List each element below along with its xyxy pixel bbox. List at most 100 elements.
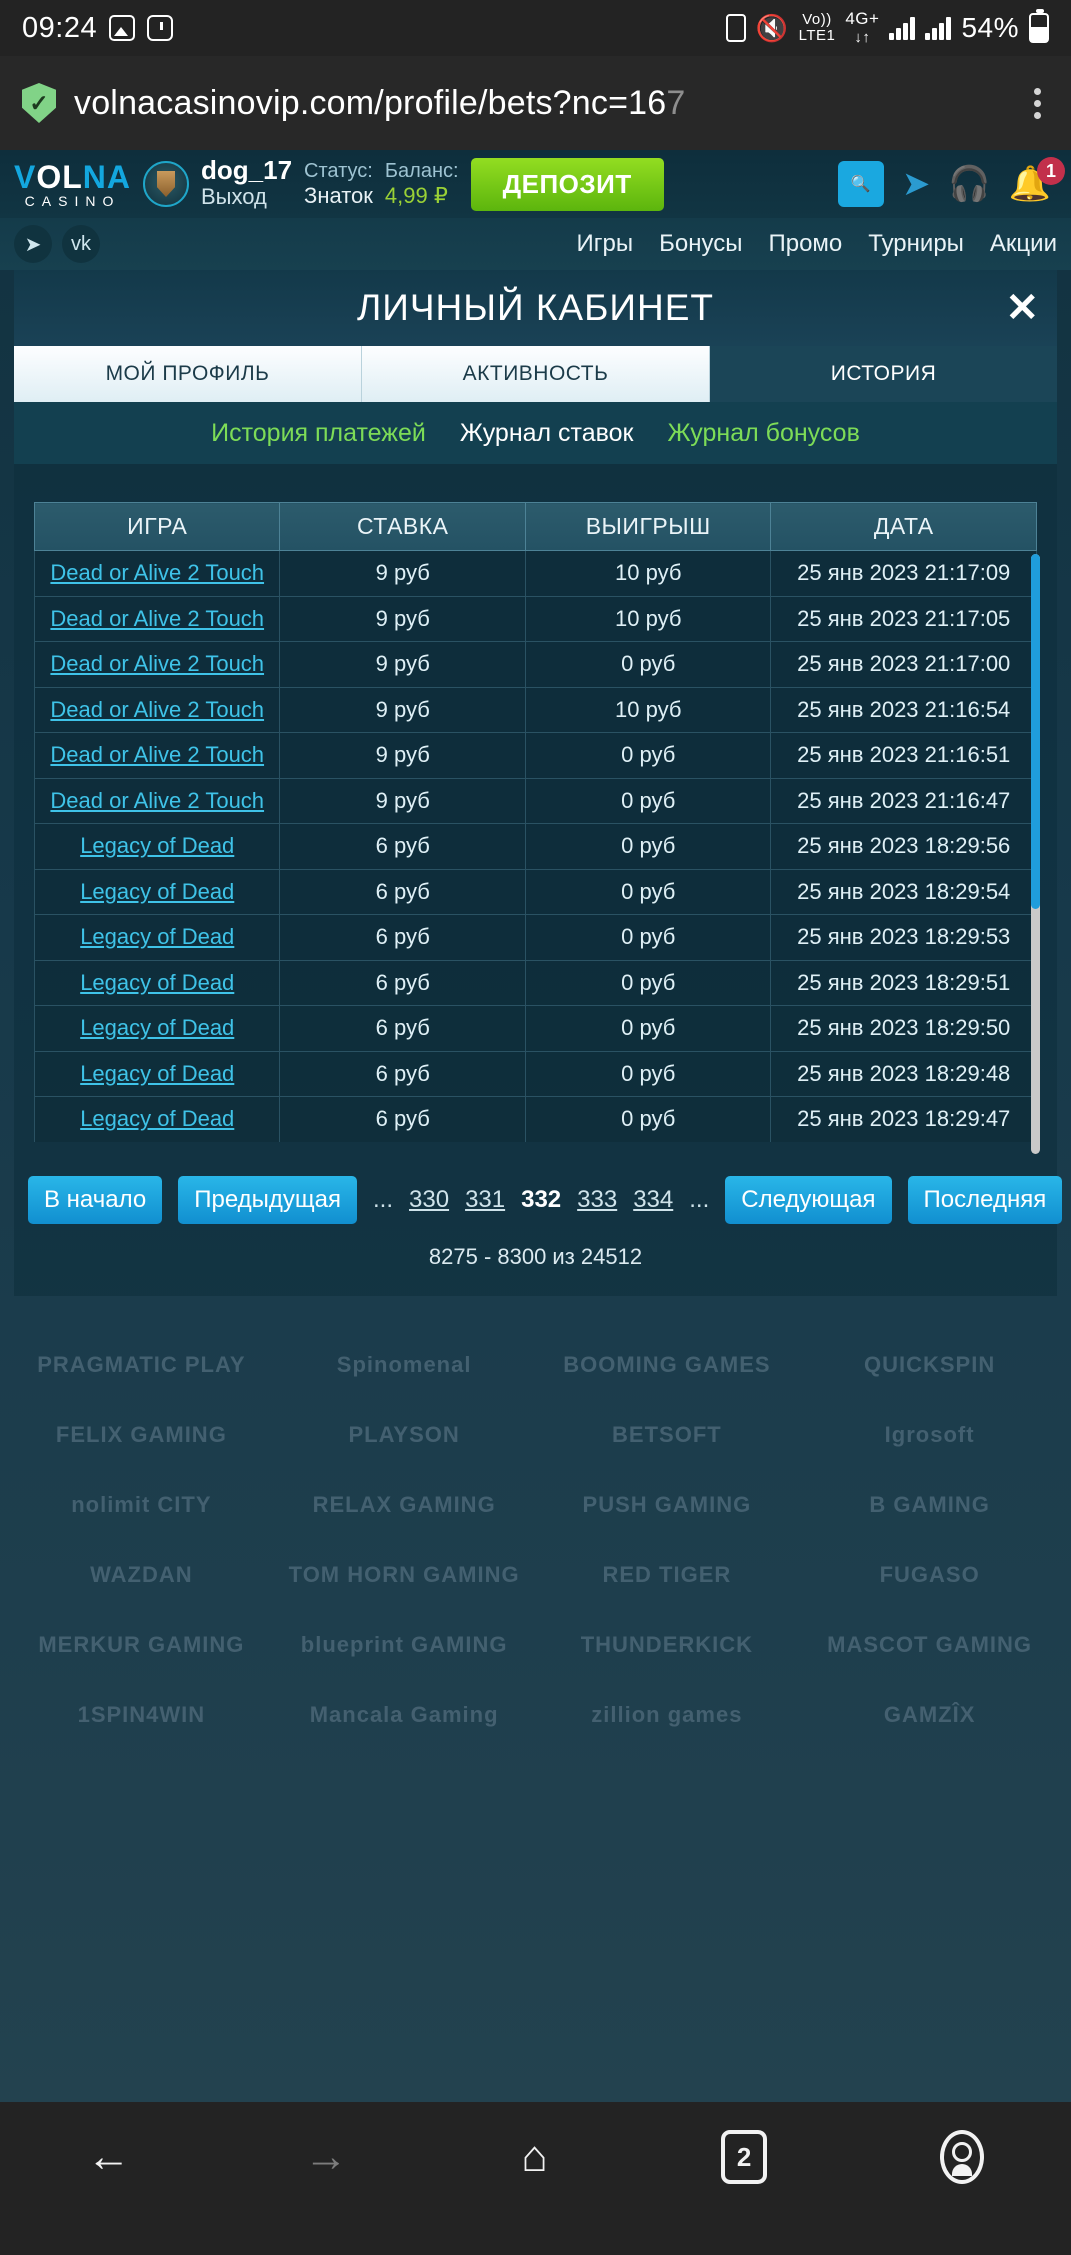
nav-item-bonuses[interactable]: Бонусы	[659, 230, 742, 258]
col-game: ИГРА	[34, 502, 281, 551]
pagination-page-331[interactable]: 331	[465, 1186, 505, 1214]
telegram-icon[interactable]: ➤	[14, 225, 52, 263]
game-link[interactable]: Dead or Alive 2 Touch	[50, 606, 264, 631]
provider-logo[interactable]: PUSH GAMING	[536, 1470, 799, 1540]
cell-game[interactable]: Dead or Alive 2 Touch	[34, 550, 281, 597]
home-icon[interactable]: ⌂	[521, 2135, 548, 2179]
subtab-bonus-log[interactable]: Журнал бонусов	[667, 419, 859, 448]
provider-logo[interactable]: FELIX GAMING	[10, 1400, 273, 1470]
cell-game[interactable]: Legacy of Dead	[34, 1050, 281, 1097]
pagination-page-current[interactable]: 332	[521, 1186, 561, 1214]
game-link[interactable]: Dead or Alive 2 Touch	[50, 697, 264, 722]
provider-logo[interactable]: WAZDAN	[10, 1540, 273, 1610]
forward-icon[interactable]: →	[304, 2135, 348, 2179]
pagination-last-button[interactable]: Последняя	[907, 1176, 1063, 1224]
provider-logo[interactable]: BOOMING GAMES	[536, 1330, 799, 1400]
tab-history[interactable]: ИСТОРИЯ	[710, 346, 1057, 402]
kebab-menu-icon[interactable]	[1026, 82, 1049, 125]
col-date: ДАТА	[770, 502, 1037, 551]
provider-logo[interactable]: Spinomenal	[273, 1330, 536, 1400]
cell-game[interactable]: Legacy of Dead	[34, 914, 281, 961]
provider-logo[interactable]: GAMZÎX	[798, 1680, 1061, 1750]
url-text[interactable]: volnacasinovip.com/profile/bets?nc=167	[74, 84, 685, 123]
header-icons: 🔍 ➤ 🎧 🔔 1	[837, 157, 1065, 207]
provider-logo[interactable]: MERKUR GAMING	[10, 1610, 273, 1680]
subtab-payment-history[interactable]: История платежей	[211, 419, 426, 448]
game-link[interactable]: Legacy of Dead	[80, 1015, 234, 1040]
cell-game[interactable]: Dead or Alive 2 Touch	[34, 777, 281, 824]
game-link[interactable]: Legacy of Dead	[80, 833, 234, 858]
browser-url-bar[interactable]: ✓ volnacasinovip.com/profile/bets?nc=167	[0, 56, 1071, 150]
nav-item-games[interactable]: Игры	[577, 230, 634, 258]
game-link[interactable]: Dead or Alive 2 Touch	[50, 560, 264, 585]
volna-logo[interactable]: VOLNA CASINO	[14, 161, 131, 208]
provider-logo[interactable]: MASCOT GAMING	[798, 1610, 1061, 1680]
tab-activity[interactable]: АКТИВНОСТЬ	[362, 346, 710, 402]
cell-game[interactable]: Legacy of Dead	[34, 1096, 281, 1142]
game-link[interactable]: Legacy of Dead	[80, 924, 234, 949]
cell-win: 0 руб	[524, 1096, 772, 1142]
pagination-page-330[interactable]: 330	[409, 1186, 449, 1214]
pagination-page-333[interactable]: 333	[577, 1186, 617, 1214]
provider-logo[interactable]: PRAGMATIC PLAY	[10, 1330, 273, 1400]
game-link[interactable]: Legacy of Dead	[80, 879, 234, 904]
provider-logo[interactable]: THUNDERKICK	[536, 1610, 799, 1680]
avatar[interactable]	[143, 161, 189, 207]
table-scrollbar[interactable]	[1031, 554, 1040, 1154]
provider-logo[interactable]: QUICKSPIN	[798, 1330, 1061, 1400]
cell-game[interactable]: Legacy of Dead	[34, 1005, 281, 1052]
deposit-button[interactable]: ДЕПОЗИТ	[470, 157, 664, 211]
game-link[interactable]: Dead or Alive 2 Touch	[50, 742, 264, 767]
cell-game[interactable]: Legacy of Dead	[34, 959, 281, 1006]
table-row: Legacy of Dead 6 руб 0 руб 25 янв 2023 18:2…	[34, 914, 1037, 961]
cell-date: 25 янв 2023 18:29:51	[770, 959, 1037, 1006]
provider-logo[interactable]: Mancala Gaming	[273, 1680, 536, 1750]
table-scrollbar-thumb[interactable]	[1031, 554, 1040, 909]
provider-logo[interactable]: RED TIGER	[536, 1540, 799, 1610]
back-icon[interactable]: ←	[87, 2135, 131, 2179]
cell-game[interactable]: Legacy of Dead	[34, 868, 281, 915]
cell-game[interactable]: Dead or Alive 2 Touch	[34, 686, 281, 733]
telegram-icon[interactable]: ➤	[902, 167, 931, 201]
game-link[interactable]: Legacy of Dead	[80, 1061, 234, 1086]
tab-switcher-icon[interactable]: 2	[721, 2130, 768, 2184]
provider-logo[interactable]: PLAYSON	[273, 1400, 536, 1470]
pagination-page-334[interactable]: 334	[633, 1186, 673, 1214]
bell-icon[interactable]: 🔔 1	[1009, 157, 1065, 201]
game-link[interactable]: Dead or Alive 2 Touch	[50, 651, 264, 676]
pagination-next-button[interactable]: Следующая	[725, 1176, 892, 1224]
profile-icon[interactable]	[940, 2130, 985, 2184]
nav-item-actions[interactable]: Акции	[990, 230, 1057, 258]
provider-logo[interactable]: RELAX GAMING	[273, 1470, 536, 1540]
provider-logo[interactable]: zillion games	[536, 1680, 799, 1750]
cell-game[interactable]: Legacy of Dead	[34, 823, 281, 870]
provider-logo[interactable]: BETSOFT	[536, 1400, 799, 1470]
game-link[interactable]: Dead or Alive 2 Touch	[50, 788, 264, 813]
vk-icon[interactable]: vk	[62, 225, 100, 263]
nav-item-tournaments[interactable]: Турниры	[868, 230, 964, 258]
cell-game[interactable]: Dead or Alive 2 Touch	[34, 732, 281, 779]
game-link[interactable]: Legacy of Dead	[80, 1106, 234, 1131]
cell-game[interactable]: Dead or Alive 2 Touch	[34, 595, 281, 642]
cell-bet: 6 руб	[279, 868, 526, 915]
nav-item-promo[interactable]: Промо	[768, 230, 842, 258]
provider-logo[interactable]: Igrosoft	[798, 1400, 1061, 1470]
provider-logo[interactable]: FUGASO	[798, 1540, 1061, 1610]
provider-logo[interactable]: 1SPIN4WIN	[10, 1680, 273, 1750]
provider-logo[interactable]: B GAMING	[798, 1470, 1061, 1540]
provider-logo[interactable]: nolimit CITY	[10, 1470, 273, 1540]
cell-bet: 9 руб	[279, 777, 526, 824]
provider-logo[interactable]: TOM HORN GAMING	[273, 1540, 536, 1610]
cell-win: 0 руб	[524, 732, 772, 779]
logout-link[interactable]: Выход	[201, 184, 292, 210]
pagination-first-button[interactable]: В начало	[28, 1176, 163, 1224]
support-24-icon[interactable]: 🎧	[948, 167, 990, 201]
close-icon[interactable]: ✕	[1005, 288, 1039, 328]
subtab-bets-log[interactable]: Журнал ставок	[460, 419, 634, 448]
game-link[interactable]: Legacy of Dead	[80, 970, 234, 995]
pagination-prev-button[interactable]: Предыдущая	[178, 1176, 357, 1224]
provider-logo[interactable]: blueprint GAMING	[273, 1610, 536, 1680]
tab-my-profile[interactable]: МОЙ ПРОФИЛЬ	[14, 346, 362, 402]
cell-game[interactable]: Dead or Alive 2 Touch	[34, 641, 281, 688]
search-icon[interactable]: 🔍	[837, 161, 884, 207]
